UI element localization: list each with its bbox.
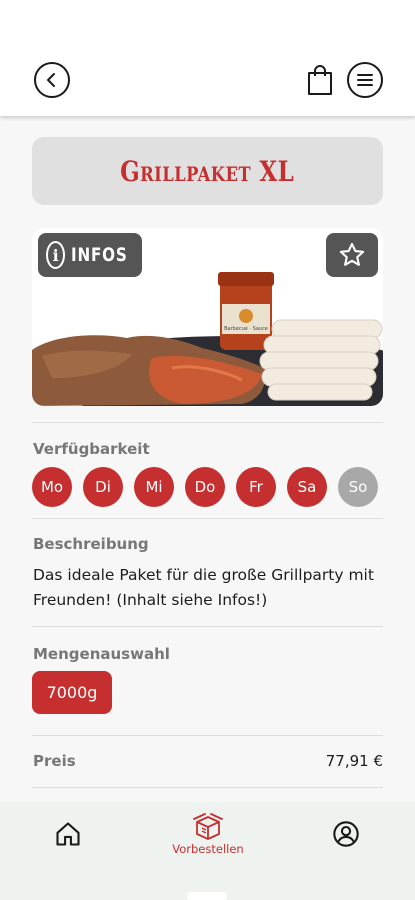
- day-do: Do: [185, 467, 225, 507]
- divider: [32, 735, 383, 736]
- day-fr: Fr: [236, 467, 276, 507]
- preorder-box-icon: [193, 813, 223, 840]
- chevron-left-icon: [47, 73, 55, 87]
- day-sa: Sa: [287, 467, 327, 507]
- infos-button[interactable]: i INFOS: [38, 233, 142, 277]
- infos-label: INFOS: [71, 244, 128, 266]
- day-so: So: [338, 467, 378, 507]
- top-bar: [0, 0, 415, 116]
- nav-preorder-label: Vorbestellen: [172, 842, 244, 856]
- availability-label: Verfügbarkeit: [33, 440, 150, 458]
- back-button[interactable]: [34, 62, 70, 98]
- quantity-option-7000g[interactable]: 7000g: [32, 671, 112, 714]
- description-label: Beschreibung: [33, 535, 149, 553]
- info-icon: i: [46, 241, 66, 269]
- favorite-button[interactable]: [326, 233, 378, 277]
- day-mi: Mi: [134, 467, 174, 507]
- day-di: Di: [83, 467, 123, 507]
- product-title: Grillpaket XL: [120, 154, 295, 188]
- nav-profile[interactable]: [332, 820, 360, 848]
- day-mo: Mo: [32, 467, 72, 507]
- quantity-label: Mengenauswahl: [33, 645, 170, 663]
- home-indicator: [187, 892, 227, 900]
- hamburger-icon: [357, 74, 373, 86]
- jar-label: Barbecue · Sauce: [224, 326, 268, 332]
- bottom-navigation: Vorbestellen: [0, 802, 415, 900]
- divider: [32, 626, 383, 627]
- description-text: Das ideale Paket für die große Grillpart…: [33, 566, 374, 609]
- nav-preorder[interactable]: Vorbestellen: [163, 812, 253, 856]
- divider: [32, 787, 383, 788]
- profile-icon: [333, 821, 359, 847]
- product-title-card: Grillpaket XL: [32, 137, 383, 205]
- star-icon: [339, 242, 365, 266]
- divider: [32, 518, 383, 519]
- shopping-bag-icon[interactable]: [306, 64, 334, 96]
- divider: [32, 422, 383, 423]
- price-label: Preis: [33, 752, 76, 770]
- nav-home[interactable]: [54, 820, 82, 848]
- home-icon: [56, 822, 80, 846]
- price-value: 77,91 €: [325, 752, 383, 770]
- availability-days: Mo Di Mi Do Fr Sa So: [32, 467, 378, 507]
- menu-button[interactable]: [347, 62, 383, 98]
